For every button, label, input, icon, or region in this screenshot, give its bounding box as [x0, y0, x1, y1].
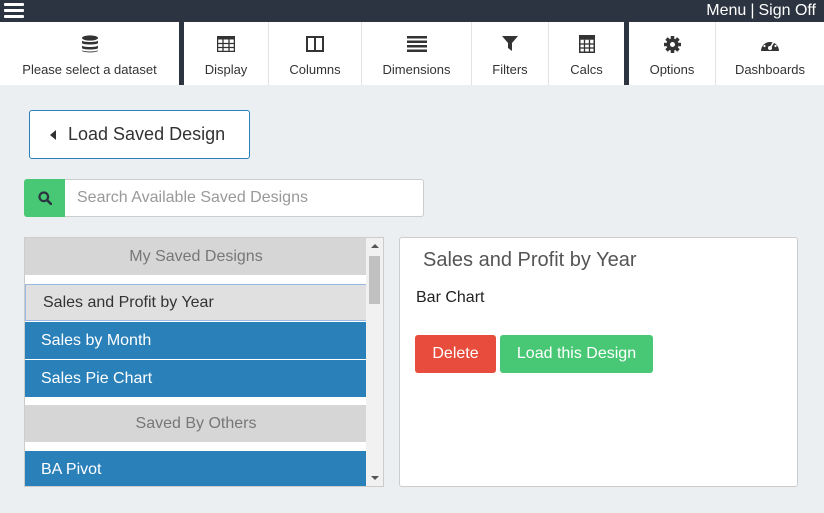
toolbar-dashboards[interactable]: Dashboards	[716, 22, 824, 85]
toolbar-options[interactable]: Options	[629, 22, 715, 85]
table-icon	[184, 35, 268, 53]
toolbar-display[interactable]: Display	[184, 22, 268, 85]
list-scrollbar[interactable]	[366, 238, 383, 486]
dashboard-gauge-icon	[716, 35, 824, 53]
my-saved-designs-header: My Saved Designs	[25, 238, 367, 275]
toolbar-calcs[interactable]: Calcs	[549, 22, 624, 85]
toolbar-dimensions[interactable]: Dimensions	[362, 22, 471, 85]
scroll-up-icon[interactable]	[371, 244, 379, 248]
columns-label: Columns	[289, 62, 341, 77]
sign-off-link[interactable]: Sign Off	[758, 2, 816, 19]
columns-icon	[269, 35, 361, 53]
design-type: Bar Chart	[416, 289, 485, 306]
toolbar-filters[interactable]: Filters	[472, 22, 548, 85]
dashboards-label: Dashboards	[734, 62, 806, 77]
scroll-thumb[interactable]	[369, 256, 380, 304]
list-item[interactable]: Sales Pie Chart	[25, 360, 367, 397]
topbar-links: Menu | Sign Off	[706, 1, 816, 21]
load-saved-design-button[interactable]: Load Saved Design	[29, 110, 250, 159]
topbar-separator: |	[750, 2, 755, 19]
design-detail-panel: Sales and Profit by Year Bar Chart Delet…	[399, 237, 798, 487]
calcs-label: Calcs	[570, 62, 603, 77]
list-item[interactable]: Sales and Profit by Year	[25, 284, 367, 321]
list-lines-icon	[362, 35, 471, 53]
scroll-down-icon[interactable]	[371, 476, 379, 480]
toolbar-columns[interactable]: Columns	[269, 22, 361, 85]
filter-icon	[472, 35, 548, 53]
filters-label: Filters	[492, 62, 528, 77]
dimensions-label: Dimensions	[382, 62, 451, 77]
menu-link[interactable]: Menu	[706, 2, 746, 19]
top-bar: Menu | Sign Off	[0, 0, 824, 22]
hamburger-menu-icon[interactable]	[4, 3, 24, 19]
list-item[interactable]: Sales by Month	[25, 322, 367, 359]
dataset-selector[interactable]: Please select a dataset	[0, 22, 179, 85]
toolbar: Please select a dataset Display Columns	[0, 22, 824, 85]
load-design-button[interactable]: Load this Design	[500, 335, 653, 373]
saved-designs-list: My Saved Designs Sales and Profit by Yea…	[24, 237, 384, 487]
database-icon	[0, 35, 179, 53]
search-bar	[24, 179, 424, 217]
search-button[interactable]	[24, 179, 65, 217]
calculator-icon	[549, 35, 624, 53]
display-label: Display	[204, 62, 248, 77]
design-title: Sales and Profit by Year	[423, 249, 637, 271]
delete-button[interactable]: Delete	[415, 335, 496, 373]
search-icon	[37, 191, 52, 205]
caret-left-icon	[50, 129, 56, 140]
options-label: Options	[649, 62, 695, 77]
dataset-label: Please select a dataset	[22, 62, 157, 77]
saved-by-others-header: Saved By Others	[25, 405, 367, 442]
search-input[interactable]	[65, 179, 424, 217]
load-saved-design-label: Load Saved Design	[68, 124, 226, 144]
gear-icon	[629, 35, 715, 53]
list-item[interactable]: BA Pivot	[25, 451, 367, 486]
